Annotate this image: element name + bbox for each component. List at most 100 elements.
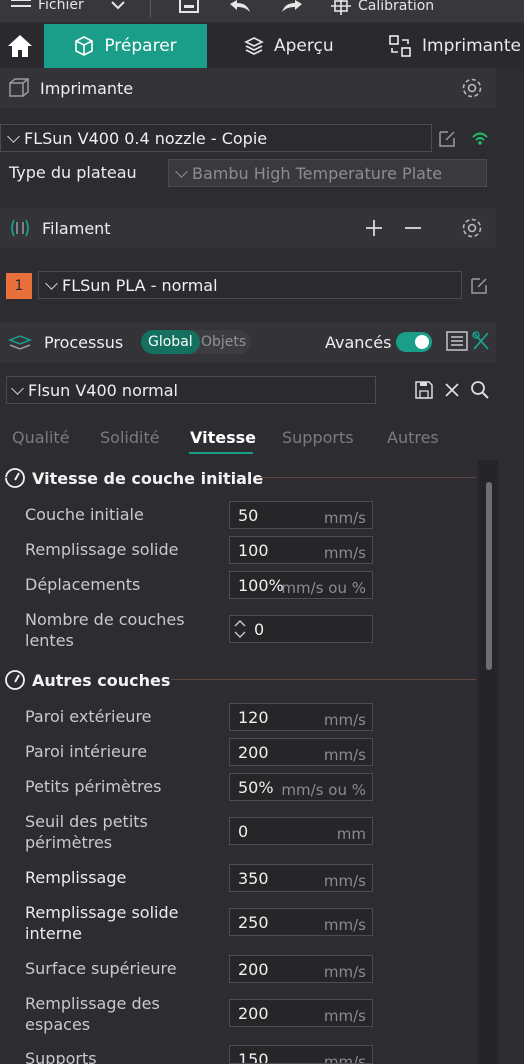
edit-icon[interactable] — [469, 276, 489, 296]
home-button[interactable] — [0, 24, 40, 68]
objects-option[interactable]: Objets — [201, 330, 246, 354]
process-subtabs: Qualité Solidité Vitesse Supports Autres — [0, 424, 496, 454]
setting-label: Nombre de couches — [25, 610, 185, 629]
setting-input[interactable]: 150 mm/s — [229, 1045, 373, 1064]
plus-icon[interactable] — [365, 219, 383, 237]
filament-slot-badge[interactable]: 1 — [6, 273, 32, 299]
setting-unit: mm/s — [323, 544, 366, 562]
wifi-icon — [472, 132, 488, 145]
setting-input[interactable]: 50% mm/s ou % — [229, 773, 373, 801]
spin-arrows-icon[interactable] — [233, 619, 247, 639]
filament-spool-icon — [11, 219, 29, 237]
setting-unit: mm — [336, 825, 366, 843]
setting-unit: mm/s ou % — [281, 579, 366, 597]
gear-icon[interactable] — [461, 217, 483, 239]
chevron-down-icon — [175, 164, 188, 178]
setting-input[interactable]: 120 mm/s — [229, 703, 373, 731]
minus-icon[interactable] — [404, 219, 422, 237]
setting-unit: mm/s — [323, 509, 366, 527]
slow-layers-spinbox[interactable]: 0 — [229, 615, 373, 643]
setting-label: Remplissage des — [25, 994, 160, 1013]
tab-preview[interactable]: Aperçu — [244, 24, 334, 68]
save-icon[interactable] — [414, 380, 434, 400]
setting-input[interactable]: 0 mm — [229, 817, 373, 845]
hamburger-icon — [11, 0, 31, 7]
printer-preset-select[interactable]: FLSun V400 0.4 nozzle - Copie — [0, 124, 432, 152]
setting-input[interactable]: 50 mm/s — [229, 501, 373, 529]
setting-unit: mm/s ou % — [281, 781, 366, 799]
setting-input[interactable]: 200 mm/s — [229, 955, 373, 983]
panel-margin — [498, 68, 524, 1064]
close-icon[interactable] — [444, 382, 460, 398]
setting-label: lentes — [25, 631, 74, 650]
undo-icon[interactable] — [228, 0, 252, 14]
filament-section-header: Filament — [0, 208, 496, 248]
global-objects-switch[interactable]: Global Objets — [141, 330, 251, 354]
setting-unit: mm/s — [323, 1007, 366, 1025]
calibration-icon — [331, 0, 351, 15]
setting-label: Paroi intérieure — [25, 742, 148, 761]
chevron-down-icon — [11, 381, 24, 395]
setting-input[interactable]: 350 mm/s — [229, 864, 373, 892]
file-menu[interactable]: Fichier — [10, 0, 84, 13]
redo-icon[interactable] — [280, 0, 304, 14]
process-section-header: Processus Global Objets Avancés — [0, 322, 496, 362]
setting-label: Supports — [25, 1049, 97, 1064]
list-compare-icon[interactable] — [446, 331, 468, 351]
global-option[interactable]: Global — [141, 330, 200, 354]
setting-input[interactable]: 250 mm/s — [229, 908, 373, 936]
chevron-down-icon[interactable] — [110, 0, 126, 12]
edit-icon[interactable] — [437, 129, 457, 149]
tab-printer[interactable]: Imprimante — [388, 24, 521, 68]
setting-label: interne — [25, 924, 82, 943]
divider — [150, 0, 151, 18]
setting-label: Seuil des petits — [25, 812, 148, 831]
subtab-strength[interactable]: Solidité — [100, 428, 160, 447]
calibration-label: Calibration — [358, 0, 435, 14]
process-preset-select[interactable]: Flsun V400 normal — [6, 376, 376, 404]
tab-prepare[interactable]: Préparer — [44, 24, 207, 68]
printer-device-icon — [389, 35, 411, 57]
advanced-toggle[interactable] — [396, 332, 432, 352]
calibration-menu[interactable]: Calibration — [330, 0, 434, 15]
speedometer-icon — [5, 468, 25, 488]
setting-unit: mm/s — [323, 1053, 366, 1064]
save-icon[interactable] — [178, 0, 200, 14]
filament-preset-value: FLSun PLA - normal — [62, 275, 218, 295]
setting-value: 200 — [238, 1004, 269, 1023]
setting-unit: mm/s — [323, 916, 366, 934]
printer-header-title: Imprimante — [40, 78, 134, 98]
filament-preset-select[interactable]: FLSun PLA - normal — [38, 271, 462, 299]
advanced-label: Avancés — [325, 332, 392, 352]
setting-value: 50% — [238, 778, 274, 797]
file-menu-label: Fichier — [38, 0, 84, 13]
setting-label: espaces — [25, 1015, 91, 1034]
setting-label: Petits périmètres — [25, 777, 162, 796]
subtab-speed[interactable]: Vitesse — [190, 428, 256, 447]
gear-icon[interactable] — [461, 77, 483, 99]
tab-preview-label: Aperçu — [274, 36, 334, 56]
cube-icon — [75, 36, 94, 56]
setting-input[interactable]: 200 mm/s — [229, 738, 373, 766]
subtab-quality[interactable]: Qualité — [12, 428, 70, 447]
setting-value: 120 — [238, 708, 269, 727]
tools-icon[interactable] — [472, 331, 490, 351]
setting-input[interactable]: 200 mm/s — [229, 999, 373, 1027]
setting-unit: mm/s — [323, 872, 366, 890]
main-tab-bar: Préparer Aperçu Imprimante — [0, 24, 524, 68]
process-layers-icon — [8, 335, 32, 350]
plate-type-select[interactable]: Bambu High Temperature Plate — [168, 159, 487, 187]
subtab-supports[interactable]: Supports — [282, 428, 354, 447]
printer-icon — [9, 78, 29, 97]
setting-input[interactable]: 100 mm/s — [229, 536, 373, 564]
printer-section-header: Imprimante — [0, 68, 496, 108]
scrollbar-thumb[interactable] — [486, 482, 492, 670]
setting-input[interactable]: 100% mm/s ou % — [229, 571, 373, 599]
search-icon[interactable] — [470, 380, 490, 400]
group-header-other-layers: Autres couches — [4, 669, 170, 691]
menu-bar: Fichier Calibration — [0, 0, 524, 22]
plate-type-label: Type du plateau — [9, 163, 137, 182]
printer-preset-value: FLSun V400 0.4 nozzle - Copie — [24, 128, 268, 148]
setting-value: 0 — [254, 620, 265, 639]
subtab-others[interactable]: Autres — [387, 428, 439, 447]
